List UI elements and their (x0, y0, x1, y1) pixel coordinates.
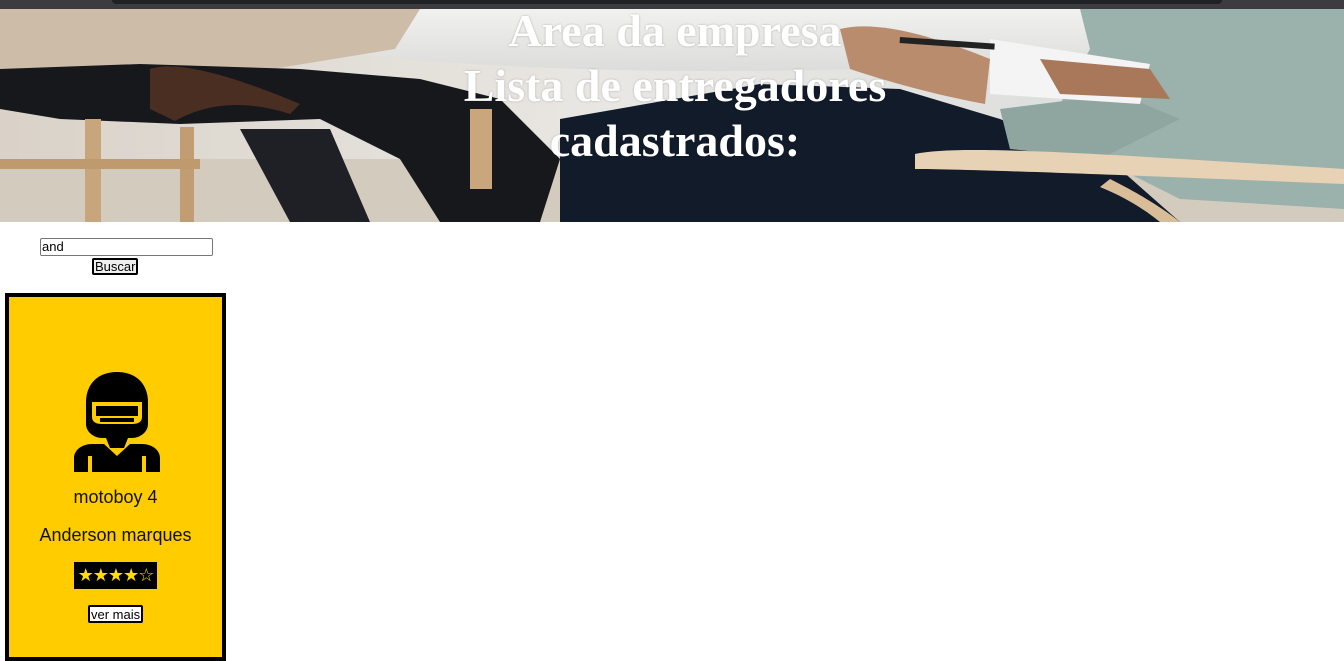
motorcycle-helmet-courier-icon (74, 372, 160, 472)
view-more-button[interactable]: ver mais (88, 605, 144, 623)
courier-name: Anderson marques (39, 525, 192, 545)
browser-top-bar (0, 0, 1344, 9)
courier-title: motoboy 4 (73, 487, 158, 507)
page-title-line-3: cadastrados: (549, 115, 801, 166)
page-title: Area da empresa Lista de entregadores ca… (0, 9, 1344, 168)
search-input[interactable] (40, 238, 213, 256)
browser-top-bar-inner (112, 0, 1222, 4)
search-button[interactable]: Buscar (92, 258, 139, 275)
hero-banner: Area da empresa Lista de entregadores ca… (0, 9, 1344, 222)
courier-card: motoboy 4 Anderson marques ★★★★☆ ver mai… (5, 293, 226, 661)
page-title-line-1: Area da empresa (508, 9, 842, 56)
page-title-line-2: Lista de entregadores (463, 60, 887, 111)
courier-rating-stars: ★★★★☆ (74, 562, 157, 589)
